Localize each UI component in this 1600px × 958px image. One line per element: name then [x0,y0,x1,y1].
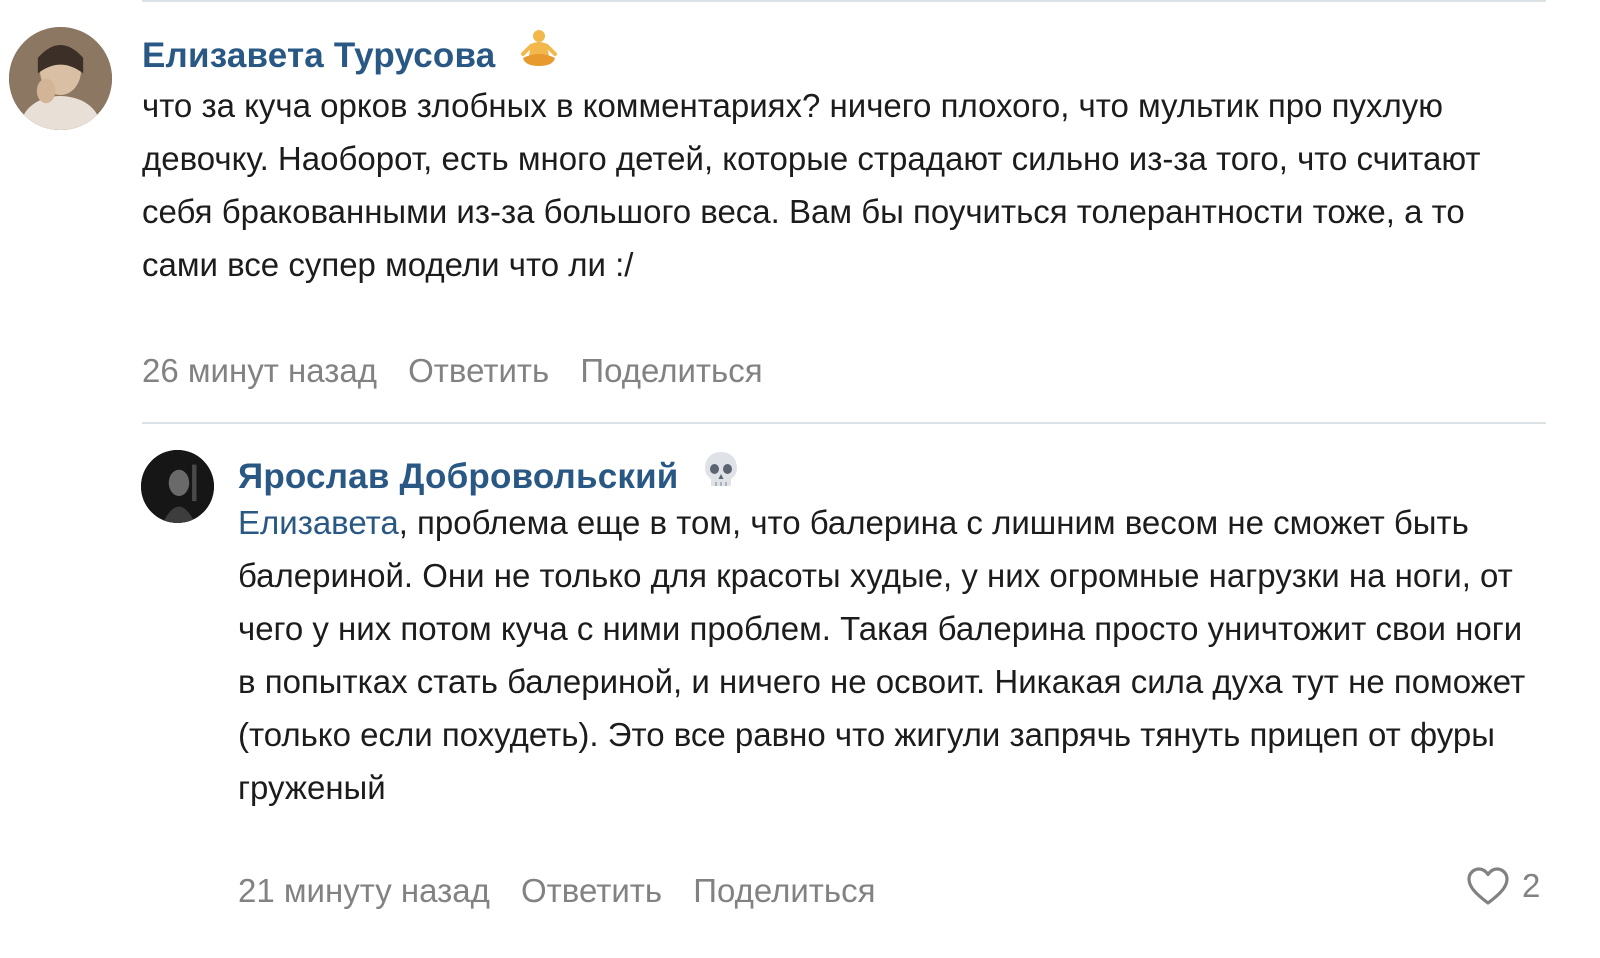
reply-button[interactable]: Ответить [408,352,549,389]
author-name[interactable]: Елизавета Турусова [142,36,495,75]
share-button[interactable]: Поделиться [693,872,875,909]
comment-body: , проблема еще в том, что балерина с лиш… [238,504,1526,806]
comment-time[interactable]: 26 минут назад [142,352,377,389]
meditation-emoji-icon [519,28,559,79]
skull-emoji-icon [702,449,740,500]
avatar[interactable] [141,450,214,523]
mention-link[interactable]: Елизавета [238,504,399,541]
avatar[interactable] [9,27,112,130]
comment-meta: 26 минут назад Ответить Поделиться [142,352,785,390]
comment-time[interactable]: 21 минуту назад [238,872,490,909]
heart-outline-icon [1467,867,1509,905]
reply-button[interactable]: Ответить [521,872,662,909]
share-button[interactable]: Поделиться [580,352,762,389]
divider [142,0,1546,2]
like-button[interactable]: 2 [1466,866,1540,906]
divider [142,422,1546,424]
comments-page: Елизавета Турусова что за куча орков зло… [0,0,1600,958]
comment-text: Елизавета, проблема еще в том, что балер… [238,496,1538,814]
comment-text: что за куча орков злобных в комментариях… [142,87,1481,283]
comment-author[interactable]: Елизавета Турусова [142,30,559,83]
author-name[interactable]: Ярослав Добровольский [238,457,679,496]
comment-meta: 21 минуту назад Ответить Поделиться [238,872,897,910]
like-count: 2 [1522,867,1541,904]
